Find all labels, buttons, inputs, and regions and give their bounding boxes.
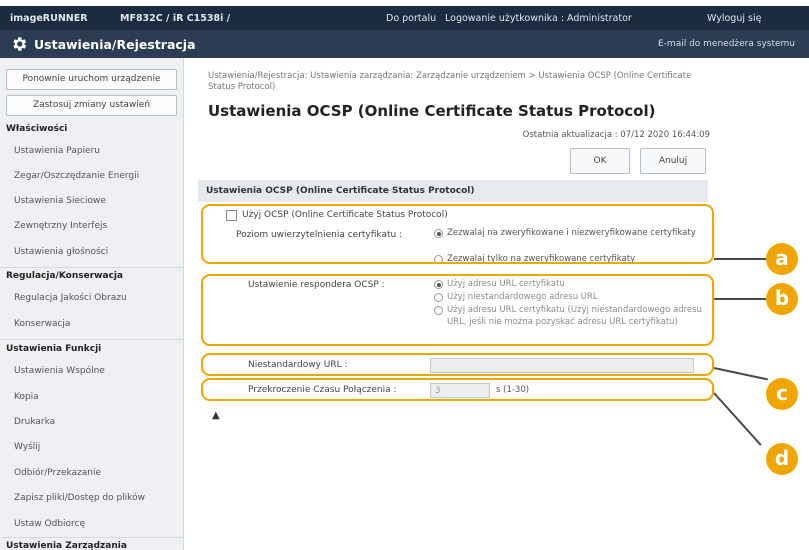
cancel-button[interactable]: Anuluj <box>640 148 706 174</box>
sidebar-group-adjustment: Regulacja/Konserwacja <box>6 271 124 281</box>
sidebar-item-copy[interactable]: Kopia <box>14 392 39 402</box>
callout-frame-b <box>201 274 714 346</box>
brand-name: imageRUNNER <box>10 13 88 24</box>
breadcrumb: Ustawienia/Rejestracja: Ustawienia zarzą… <box>208 71 692 92</box>
sidebar-item-volume[interactable]: Ustawienia głośności <box>14 247 108 257</box>
callout-badge-a: a <box>766 243 798 275</box>
callout-leader-b <box>714 298 767 300</box>
sidebar-group-management: Ustawienia Zarządzania <box>6 541 127 550</box>
portal-link[interactable]: Do portalu <box>384 12 438 25</box>
sidebar-item-receive-forward[interactable]: Odbiór/Przekazanie <box>14 468 101 478</box>
logout-link[interactable]: Wyloguj się <box>705 12 763 25</box>
sidebar-item-timer-energy[interactable]: Zegar/Oszczędzanie Energii <box>14 171 139 181</box>
email-admin-link[interactable]: E-mail do menedżera systemu <box>658 39 795 49</box>
sidebar-item-image-quality[interactable]: Regulacja Jakości Obrazu <box>14 293 127 303</box>
last-updated: Ostatnia aktualizacja : 07/12 2020 16:44… <box>522 130 710 140</box>
page-title: Ustawienia OCSP (Online Certificate Stat… <box>208 102 656 120</box>
ok-button[interactable]: OK <box>570 148 630 174</box>
login-user-link[interactable]: Logowanie użytkownika : Administrator <box>443 12 634 25</box>
settings-titlebar: Ustawienia/Rejestracja E-mail do menedże… <box>0 30 809 58</box>
sidebar-item-set-destination[interactable]: Ustaw Odbiorcę <box>14 519 85 529</box>
sidebar-item-store-access-files[interactable]: Zapisz pliki/Dostęp do plików <box>14 493 145 503</box>
gear-icon <box>13 37 27 51</box>
device-model: MF832C / iR C1538i / <box>120 13 231 24</box>
settings-title: Ustawienia/Rejestracja <box>34 37 196 52</box>
callout-frame-c <box>201 353 714 376</box>
callout-frame-a <box>201 204 714 264</box>
sidebar-item-external-interface[interactable]: Zewnętrzny Interfejs <box>14 221 107 231</box>
sidebar-group-properties: Właściwości <box>6 124 68 134</box>
sidebar-item-network[interactable]: Ustawienia Sieciowe <box>14 196 106 206</box>
sidebar-divider <box>0 339 183 340</box>
callout-frame-d <box>201 378 714 401</box>
callout-badge-c: c <box>766 378 798 410</box>
sidebar-divider <box>0 537 183 538</box>
sidebar-item-paper-settings[interactable]: Ustawienia Papieru <box>14 146 100 156</box>
sidebar-group-function-settings: Ustawienia Funkcji <box>6 344 102 354</box>
sidebar: Ponownie uruchom urządzenie Zastosuj zmi… <box>0 58 184 550</box>
top-header: imageRUNNER MF832C / iR C1538i / Do port… <box>0 6 809 30</box>
sidebar-item-send[interactable]: Wyślij <box>14 442 40 452</box>
callout-badge-b: b <box>766 283 798 315</box>
section-title: Ustawienia OCSP (Online Certificate Stat… <box>198 180 708 202</box>
sidebar-item-printer[interactable]: Drukarka <box>14 417 55 427</box>
sidebar-item-maintenance[interactable]: Konserwacja <box>14 319 70 329</box>
callout-badge-d: d <box>766 443 798 475</box>
sidebar-divider <box>0 267 183 268</box>
sidebar-item-common[interactable]: Ustawienia Wspólne <box>14 366 105 376</box>
callout-leader-a <box>714 258 767 260</box>
apply-changes-button[interactable]: Zastosuj zmiany ustawień <box>6 95 177 116</box>
restart-device-button[interactable]: Ponownie uruchom urządzenie <box>6 69 177 90</box>
back-to-top-icon[interactable]: ▲ <box>212 410 220 421</box>
